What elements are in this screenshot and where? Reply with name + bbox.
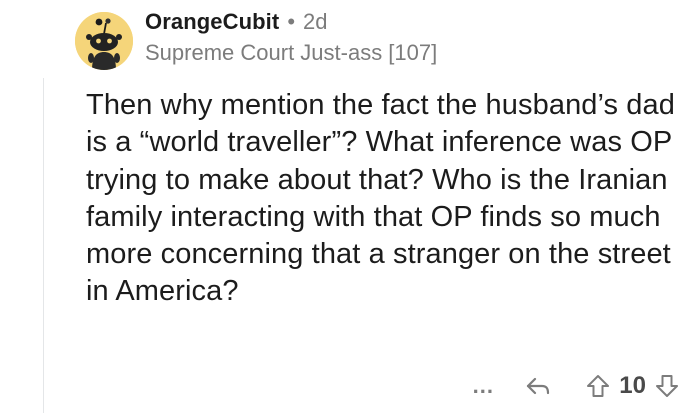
comment-age: 2d [303, 9, 328, 34]
user-flair: Supreme Court Just-ass [107] [145, 40, 438, 65]
avatar[interactable] [75, 12, 133, 70]
more-options-button[interactable]: ... [463, 373, 503, 399]
comment-actions: ... 10 [463, 368, 680, 404]
comment-header: OrangeCubit • 2d Supreme Court Just-ass … [145, 8, 690, 67]
username-link[interactable]: OrangeCubit [145, 8, 279, 36]
reply-button[interactable] [525, 374, 551, 398]
snoo-avatar-icon [75, 12, 133, 70]
meta-separator: • [287, 9, 296, 34]
upvote-arrow-icon [587, 375, 610, 397]
comment-body: Then why mention the fact the husband’s … [86, 89, 675, 308]
downvote-arrow-icon [656, 375, 678, 397]
comment-meta: OrangeCubit • 2d [145, 8, 690, 36]
downvote-button[interactable] [654, 373, 680, 399]
upvote-button[interactable] [585, 373, 611, 399]
vote-score: 10 [619, 372, 646, 399]
more-options-label: ... [472, 373, 494, 398]
thread-line[interactable] [43, 78, 44, 413]
reply-arrow-icon [527, 377, 550, 395]
